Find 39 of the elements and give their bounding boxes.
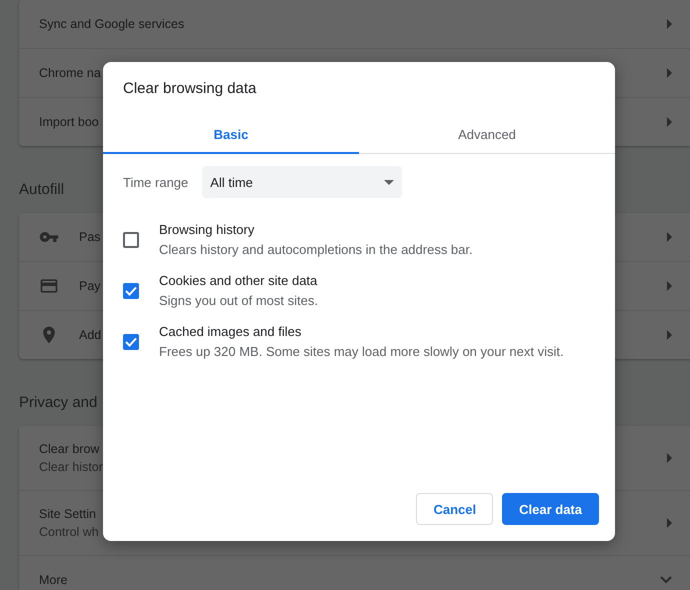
setting-title[interactable]: Sync and Google services (39, 17, 184, 31)
secondary-button[interactable]: Cancel (416, 493, 494, 525)
arrow-right-icon (667, 330, 672, 340)
option-description: Frees up 320 MB. Some sites may load more slowly on your next visit. (159, 344, 564, 359)
option-title: Browsing history (159, 222, 256, 237)
dropdown-caret-icon (384, 180, 394, 184)
arrow-right-icon (667, 518, 672, 528)
setting-title[interactable]: More (39, 573, 68, 587)
time-range-dropdown[interactable]: All time (202, 166, 402, 198)
arrow-right-icon (667, 19, 672, 29)
section-heading: Autofill (19, 180, 64, 200)
primary-button[interactable]: Clear data (502, 493, 599, 525)
setting-title[interactable]: Site Settin (39, 507, 96, 521)
option-title: Cookies and other site data (159, 273, 318, 288)
checkbox[interactable] (123, 232, 139, 248)
setting-title[interactable]: Chrome na (39, 66, 101, 80)
arrow-right-icon (667, 117, 672, 127)
setting-title[interactable]: Add (79, 328, 102, 342)
checkbox[interactable] (123, 334, 139, 350)
tab[interactable]: Advanced (359, 116, 615, 154)
setting-title[interactable]: Clear brow (39, 442, 100, 456)
setting-title[interactable]: Pas (79, 230, 101, 244)
section-heading: Privacy and (19, 392, 98, 412)
dialog-title: Clear browsing data (123, 80, 256, 97)
chevron-down-icon (660, 576, 672, 584)
arrow-right-icon (667, 232, 672, 242)
setting-title[interactable]: Pay (79, 279, 101, 293)
option-description: Clears history and autocompletions in the address bar. (159, 242, 473, 257)
checkbox[interactable] (123, 282, 139, 298)
arrow-right-icon (667, 453, 672, 463)
setting-description: Control wh (39, 525, 99, 539)
arrow-right-icon (667, 68, 672, 78)
option-description: Signs you out of most sites. (159, 293, 318, 308)
option-title: Cached images and files (159, 324, 302, 339)
arrow-right-icon (667, 281, 672, 291)
tab[interactable]: Basic (103, 116, 359, 154)
setting-title[interactable]: Import boo (39, 115, 99, 129)
setting-description: Clear histor (39, 460, 103, 474)
time-range-label: Time range (123, 174, 188, 190)
